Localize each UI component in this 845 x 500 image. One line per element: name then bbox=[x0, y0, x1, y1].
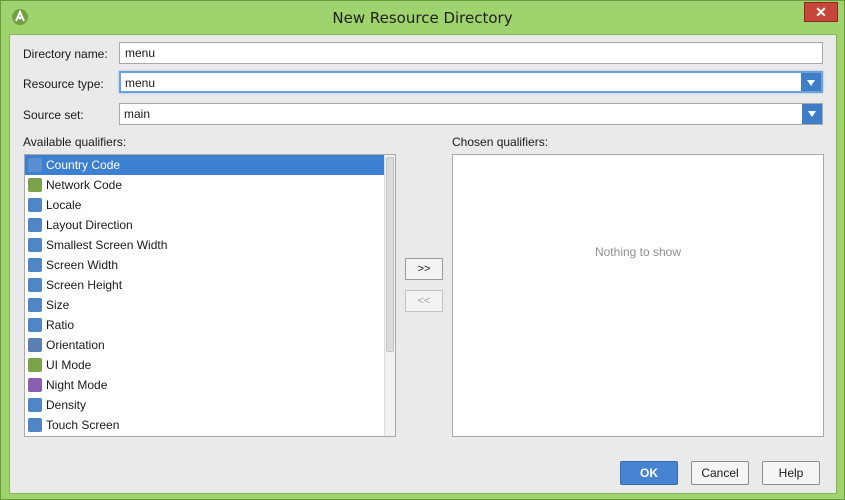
qualifier-label: Night Mode bbox=[46, 378, 108, 392]
qualifier-item[interactable]: Screen Width bbox=[25, 255, 395, 275]
chosen-qualifiers-label: Chosen qualifiers: bbox=[452, 135, 549, 149]
layout-direction-icon bbox=[28, 218, 42, 232]
empty-state-text: Nothing to show bbox=[594, 245, 682, 259]
title-bar[interactable]: New Resource Directory ✕ bbox=[1, 1, 844, 33]
directory-name-label: Directory name: bbox=[23, 47, 108, 61]
country-code-icon bbox=[28, 158, 42, 172]
qualifier-item[interactable]: UI Mode bbox=[25, 355, 395, 375]
qualifier-item[interactable]: Locale bbox=[25, 195, 395, 215]
qualifier-item[interactable]: Density bbox=[25, 395, 395, 415]
source-set-select[interactable]: main bbox=[119, 103, 823, 125]
qualifier-label: Touch Screen bbox=[46, 418, 120, 432]
ratio-icon bbox=[28, 318, 42, 332]
qualifier-label: Screen Width bbox=[46, 258, 119, 272]
qualifier-label: Ratio bbox=[46, 318, 75, 332]
qualifier-label: Orientation bbox=[46, 338, 105, 352]
dialog-body: Directory name: menu Resource type: menu… bbox=[9, 34, 837, 494]
cancel-button[interactable]: Cancel bbox=[691, 461, 749, 485]
size-icon bbox=[28, 298, 42, 312]
close-button[interactable]: ✕ bbox=[804, 2, 838, 22]
window-title: New Resource Directory bbox=[332, 9, 513, 27]
dialog-window: New Resource Directory ✕ Directory name:… bbox=[0, 0, 845, 500]
resource-type-select[interactable]: menu bbox=[119, 71, 823, 93]
help-button[interactable]: Help bbox=[762, 461, 820, 485]
close-icon: ✕ bbox=[815, 4, 827, 20]
qualifier-label: Layout Direction bbox=[46, 218, 133, 232]
qualifier-label: Network Code bbox=[46, 178, 123, 192]
network-code-icon bbox=[28, 178, 42, 192]
chevron-down-icon[interactable] bbox=[802, 104, 822, 124]
ok-button[interactable]: OK bbox=[620, 461, 678, 485]
qualifier-item[interactable]: Size bbox=[25, 295, 395, 315]
chosen-qualifiers-list[interactable]: Nothing to show bbox=[452, 154, 824, 437]
touch-screen-icon bbox=[28, 418, 42, 432]
qualifier-item[interactable]: Country Code bbox=[25, 155, 395, 175]
available-qualifiers-label: Available qualifiers: bbox=[23, 135, 127, 149]
resource-type-value: menu bbox=[125, 76, 156, 90]
add-qualifier-button[interactable]: >> bbox=[405, 258, 443, 280]
globe-icon bbox=[28, 198, 42, 212]
resource-type-label: Resource type: bbox=[23, 77, 104, 91]
available-qualifiers-list[interactable]: Country Code Network Code Locale Layout Dir… bbox=[24, 154, 396, 437]
qualifier-item[interactable]: Orientation bbox=[25, 335, 395, 355]
qualifier-item[interactable]: Night Mode bbox=[25, 375, 395, 395]
qualifier-label: Density bbox=[46, 398, 87, 412]
smallest-width-icon bbox=[28, 238, 42, 252]
qualifier-label: Locale bbox=[46, 198, 82, 212]
scrollbar[interactable] bbox=[384, 155, 395, 436]
source-set-value: main bbox=[124, 107, 151, 121]
chevron-down-icon[interactable] bbox=[801, 73, 821, 91]
qualifier-label: Smallest Screen Width bbox=[46, 238, 168, 252]
ui-mode-icon bbox=[28, 358, 42, 372]
remove-qualifier-button[interactable]: << bbox=[405, 290, 443, 312]
qualifier-item[interactable]: Layout Direction bbox=[25, 215, 395, 235]
qualifier-label: UI Mode bbox=[46, 358, 92, 372]
qualifier-label: Screen Height bbox=[46, 278, 123, 292]
qualifier-item[interactable]: Touch Screen bbox=[25, 415, 395, 435]
orientation-icon bbox=[28, 338, 42, 352]
directory-name-input[interactable]: menu bbox=[119, 42, 823, 64]
scrollbar-thumb[interactable] bbox=[386, 157, 394, 352]
qualifier-label: Country Code bbox=[46, 158, 121, 172]
screen-height-icon bbox=[28, 278, 42, 292]
qualifier-label: Size bbox=[46, 298, 70, 312]
qualifier-item[interactable]: Ratio bbox=[25, 315, 395, 335]
qualifier-item[interactable]: Network Code bbox=[25, 175, 395, 195]
source-set-label: Source set: bbox=[23, 108, 84, 122]
screen-width-icon bbox=[28, 258, 42, 272]
qualifier-item[interactable]: Screen Height bbox=[25, 275, 395, 295]
density-icon bbox=[28, 398, 42, 412]
night-mode-icon bbox=[28, 378, 42, 392]
qualifier-item[interactable]: Smallest Screen Width bbox=[25, 235, 395, 255]
